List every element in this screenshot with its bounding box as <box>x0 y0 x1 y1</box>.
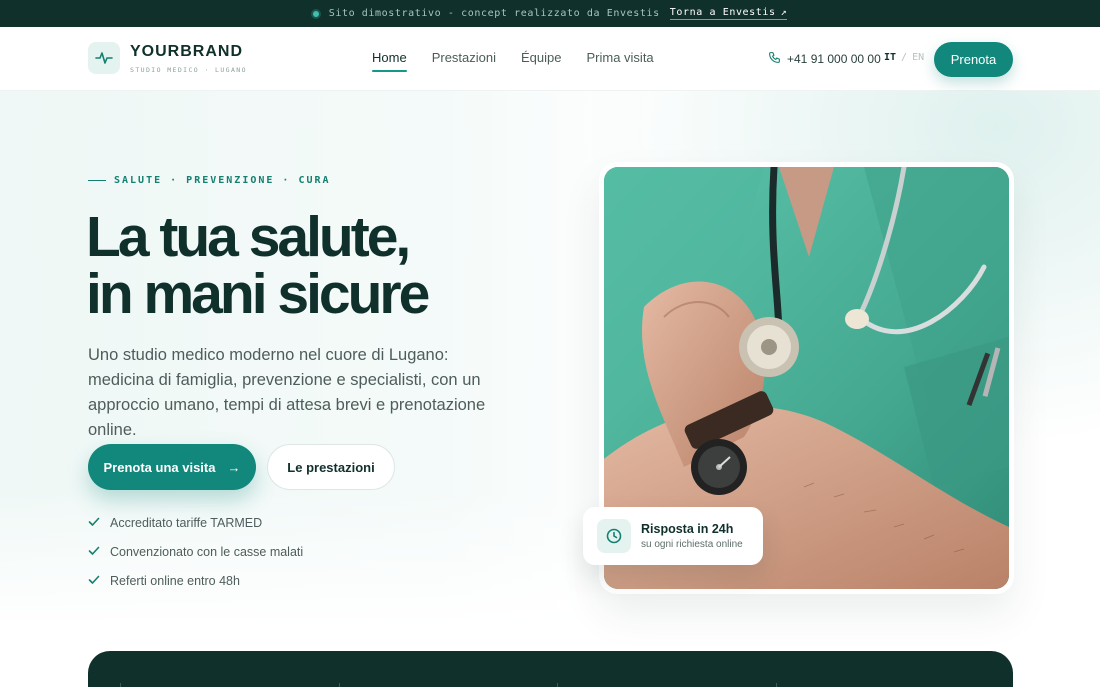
back-to-envestis-link[interactable]: Torna a Envestis ↗ <box>669 7 788 20</box>
check-icon <box>88 574 100 589</box>
nav-item-prima-visita[interactable]: Prima visita <box>586 50 653 71</box>
check-label: Referti online entro 48h <box>110 574 240 588</box>
back-link-label: Torna a Envestis <box>669 7 776 18</box>
book-button[interactable]: Prenota <box>934 42 1013 77</box>
response-time-badge: Risposta in 24h su ogni richiesta online <box>583 507 763 565</box>
hero-title-line-1: La tua salute, <box>86 205 411 269</box>
nav-item-prestazioni[interactable]: Prestazioni <box>432 50 496 71</box>
announcement-bar: Sito dimostrativo - concept realizzato d… <box>0 0 1100 27</box>
hero-lead: Uno studio medico moderno nel cuore di L… <box>88 346 486 439</box>
badge-subtitle: su ogni richiesta online <box>641 539 743 550</box>
hero-title: La tua salute, in mani sicure <box>86 205 430 326</box>
hero-eyebrow: SALUTE · PREVENZIONE · CURA <box>88 175 331 186</box>
badge-title: Risposta in 24h <box>641 522 734 536</box>
book-visit-label: Prenota una visita <box>103 459 216 475</box>
stat-divider <box>776 683 777 687</box>
external-arrow-icon: ↗ <box>780 7 788 18</box>
stat-divider <box>557 683 558 687</box>
stat-divider <box>339 683 340 687</box>
clock-icon <box>597 519 631 553</box>
arrow-right-icon: → <box>227 459 241 475</box>
demo-notice: Sito dimostrativo - concept realizzato d… <box>328 8 660 19</box>
site-header: YOURBRAND STUDIO MEDICO · LUGANO Home Pr… <box>0 27 1100 91</box>
stat-divider <box>120 683 121 687</box>
list-item: Convenzionato con le casse malati <box>88 544 303 560</box>
brand-name: YOURBRAND <box>130 42 243 60</box>
pulse-icon <box>88 42 120 74</box>
hero-title-line-2: in mani sicure <box>86 262 430 326</box>
lang-it[interactable]: IT <box>884 52 896 63</box>
list-item: Accreditato tariffe TARMED <box>88 515 303 531</box>
language-switcher: IT / EN <box>884 52 924 63</box>
check-icon <box>88 545 100 560</box>
brand-tagline: STUDIO MEDICO · LUGANO <box>130 65 247 74</box>
eyebrow-text: SALUTE · PREVENZIONE · CURA <box>114 175 331 186</box>
phone-icon <box>768 51 781 67</box>
lang-en[interactable]: EN <box>912 52 924 63</box>
eyebrow-line <box>88 180 106 181</box>
hero-section: SALUTE · PREVENZIONE · CURA La tua salut… <box>0 91 1100 687</box>
nav-item-equipe[interactable]: Équipe <box>521 50 561 71</box>
check-label: Convenzionato con le casse malati <box>110 545 304 559</box>
nav-item-home[interactable]: Home <box>372 50 407 72</box>
check-icon <box>88 516 100 531</box>
list-item: Referti online entro 48h <box>88 573 303 589</box>
book-visit-button[interactable]: Prenota una visita → <box>88 444 256 490</box>
status-dot-icon <box>312 10 319 17</box>
brand-logo[interactable]: YOURBRAND STUDIO MEDICO · LUGANO <box>88 42 247 74</box>
stats-strip <box>88 651 1013 687</box>
phone-number: +41 91 000 00 00 <box>787 52 881 66</box>
check-label: Accreditato tariffe TARMED <box>110 516 263 530</box>
hero-checklist: Accreditato tariffe TARMED Convenzionato… <box>88 515 303 589</box>
phone-link[interactable]: +41 91 000 00 00 <box>768 51 881 67</box>
main-nav: Home Prestazioni Équipe Prima visita <box>372 50 654 72</box>
lang-separator: / <box>901 52 908 63</box>
services-button[interactable]: Le prestazioni <box>267 444 395 490</box>
